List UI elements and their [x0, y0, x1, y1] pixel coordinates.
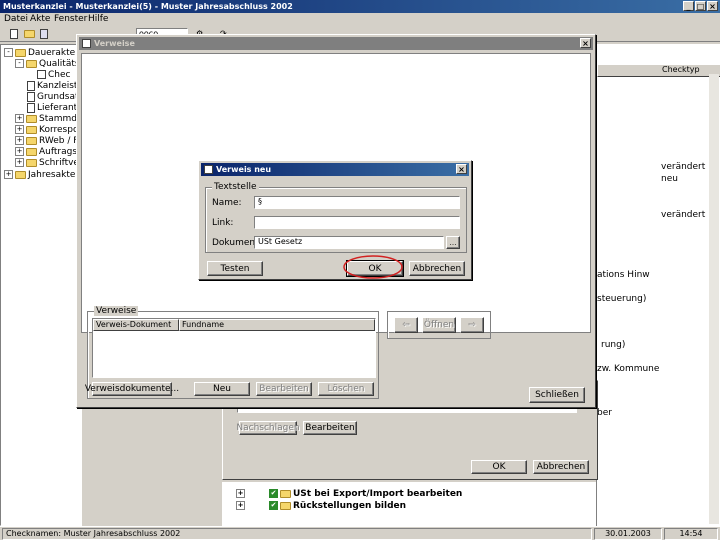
- abbrechen-button[interactable]: Abbrechen: [409, 261, 465, 276]
- tree-panel: - Dauerakte - Qualitätsm Chec Kanzleistan …: [0, 44, 89, 526]
- status-neu: neu: [661, 174, 678, 184]
- status-veraendert-1: verändert: [661, 162, 706, 172]
- scrollbar[interactable]: [709, 74, 719, 524]
- verweise-close-icon[interactable]: ×: [580, 38, 591, 48]
- tree-item-ust-export[interactable]: + ✔ USt bei Export/Import bearbeiten: [236, 488, 462, 499]
- fragment-2: steuerung): [597, 294, 647, 304]
- new-icon[interactable]: [10, 29, 18, 39]
- verweise-group-label: Verweise: [94, 306, 139, 316]
- col-fundname[interactable]: Fundname: [179, 319, 375, 331]
- testen-button[interactable]: Testen: [207, 261, 263, 276]
- menu-akte[interactable]: Akte: [30, 14, 50, 24]
- textstelle-group: Textstelle Name: § Link: Dokument: USt G…: [205, 182, 467, 253]
- status-time: 14:54: [664, 528, 718, 540]
- tree-item-jahresakte[interactable]: + Jahresakte: [4, 169, 75, 180]
- dokument-input-value: USt Gesetz: [258, 237, 303, 246]
- tree-item-rweb[interactable]: + RWeb / Fil: [15, 135, 83, 146]
- tree-item-auftrag[interactable]: + Auftragsw: [15, 146, 84, 157]
- link-label: Link:: [212, 218, 234, 228]
- open-icon[interactable]: [24, 30, 35, 38]
- schliessen-button[interactable]: Schließen: [529, 387, 585, 403]
- dialog-title: Verweis neu: [216, 165, 272, 174]
- name-input[interactable]: §: [254, 196, 460, 209]
- neu-button[interactable]: Neu: [194, 382, 250, 396]
- fragment-1: ations Hinw: [597, 270, 650, 280]
- lower-bearbeiten-button[interactable]: Bearbeiten: [303, 421, 357, 435]
- app-title: Musterkanzlei - Musterkanzlei(5) - Muste…: [3, 2, 293, 11]
- verweis-neu-dialog: Verweis neu × Textstelle Name: § Link: D…: [198, 160, 472, 280]
- verweisdokumente-button[interactable]: Verweisdokumente...: [85, 382, 179, 396]
- menu-hilfe[interactable]: Hilfe: [88, 14, 108, 24]
- name-input-value: §: [258, 197, 262, 206]
- fragment-5: ber: [597, 408, 612, 418]
- lower-abbrechen-button[interactable]: Abbrechen: [533, 460, 589, 474]
- dokument-input[interactable]: USt Gesetz: [254, 236, 444, 249]
- fragment-3: rung): [601, 340, 626, 350]
- fragment-4: zw. Kommune: [597, 364, 660, 374]
- minimize-icon[interactable]: _: [683, 1, 694, 11]
- verweise-group: Verweise Verweis-Dokument Fundname Verwe…: [85, 306, 379, 399]
- dialog-app-icon: [204, 165, 213, 174]
- app-titlebar: Musterkanzlei - Musterkanzlei(5) - Muste…: [0, 0, 720, 13]
- verweise-table: Verweis-Dokument Fundname: [92, 318, 376, 378]
- menu-datei[interactable]: Datei: [4, 14, 28, 24]
- close-icon[interactable]: ×: [707, 1, 718, 11]
- maximize-icon[interactable]: □: [695, 1, 706, 11]
- menu-bar: Datei Akte Fenster Hilfe: [0, 13, 720, 26]
- right-panel: Checktyp verändert neu verändert ations …: [596, 44, 720, 526]
- lower-ok-button[interactable]: OK: [471, 460, 527, 474]
- forward-arrow-icon[interactable]: ⇨: [460, 317, 484, 333]
- print-icon[interactable]: [40, 29, 48, 39]
- back-arrow-icon[interactable]: ⇦: [394, 317, 418, 333]
- highlight-circle: [343, 255, 403, 279]
- nav-group: ⇦ Öffnen ⇨: [387, 311, 491, 339]
- verweise-titlebar: Verweise ×: [79, 37, 593, 50]
- oeffnen-button[interactable]: Öffnen: [422, 317, 456, 333]
- bearbeiten-button[interactable]: Bearbeiten: [256, 382, 312, 396]
- menu-fenster[interactable]: Fenster: [54, 14, 87, 24]
- status-text: Checknamen: Muster Jahresabschluss 2002: [2, 528, 592, 540]
- link-input[interactable]: [254, 216, 460, 229]
- tree-item-checklist[interactable]: Chec: [37, 69, 70, 80]
- nachschlagen-button[interactable]: Nachschlagen: [236, 421, 300, 435]
- lower-tree: + ✔ USt bei Export/Import bearbeiten + ✔ Rüc…: [222, 482, 596, 526]
- tree-item-dauerakte[interactable]: - Dauerakte: [4, 47, 75, 58]
- status-bar: Checknamen: Muster Jahresabschluss 2002 …: [0, 526, 720, 540]
- column-header-checktyp[interactable]: Checktyp: [597, 64, 720, 77]
- status-date: 30.01.2003: [594, 528, 662, 540]
- tree-item-rueckstellungen[interactable]: + ✔ Rückstellungen bilden: [236, 500, 406, 511]
- dialog-close-icon[interactable]: ×: [456, 164, 467, 174]
- textstelle-label: Textstelle: [212, 182, 259, 192]
- app-icon: [82, 39, 91, 48]
- status-veraendert-2: verändert: [661, 210, 706, 220]
- verweise-title: Verweise: [94, 39, 135, 48]
- loeschen-button[interactable]: Löschen: [318, 382, 374, 396]
- tree-item-korrespon[interactable]: + Korrespon: [15, 124, 84, 135]
- dialog-titlebar: Verweis neu ×: [201, 163, 469, 176]
- browse-icon[interactable]: …: [446, 236, 460, 249]
- name-label: Name:: [212, 198, 242, 208]
- window-controls: _ □ ×: [683, 1, 718, 11]
- col-verweis-dokument[interactable]: Verweis-Dokument: [93, 319, 179, 331]
